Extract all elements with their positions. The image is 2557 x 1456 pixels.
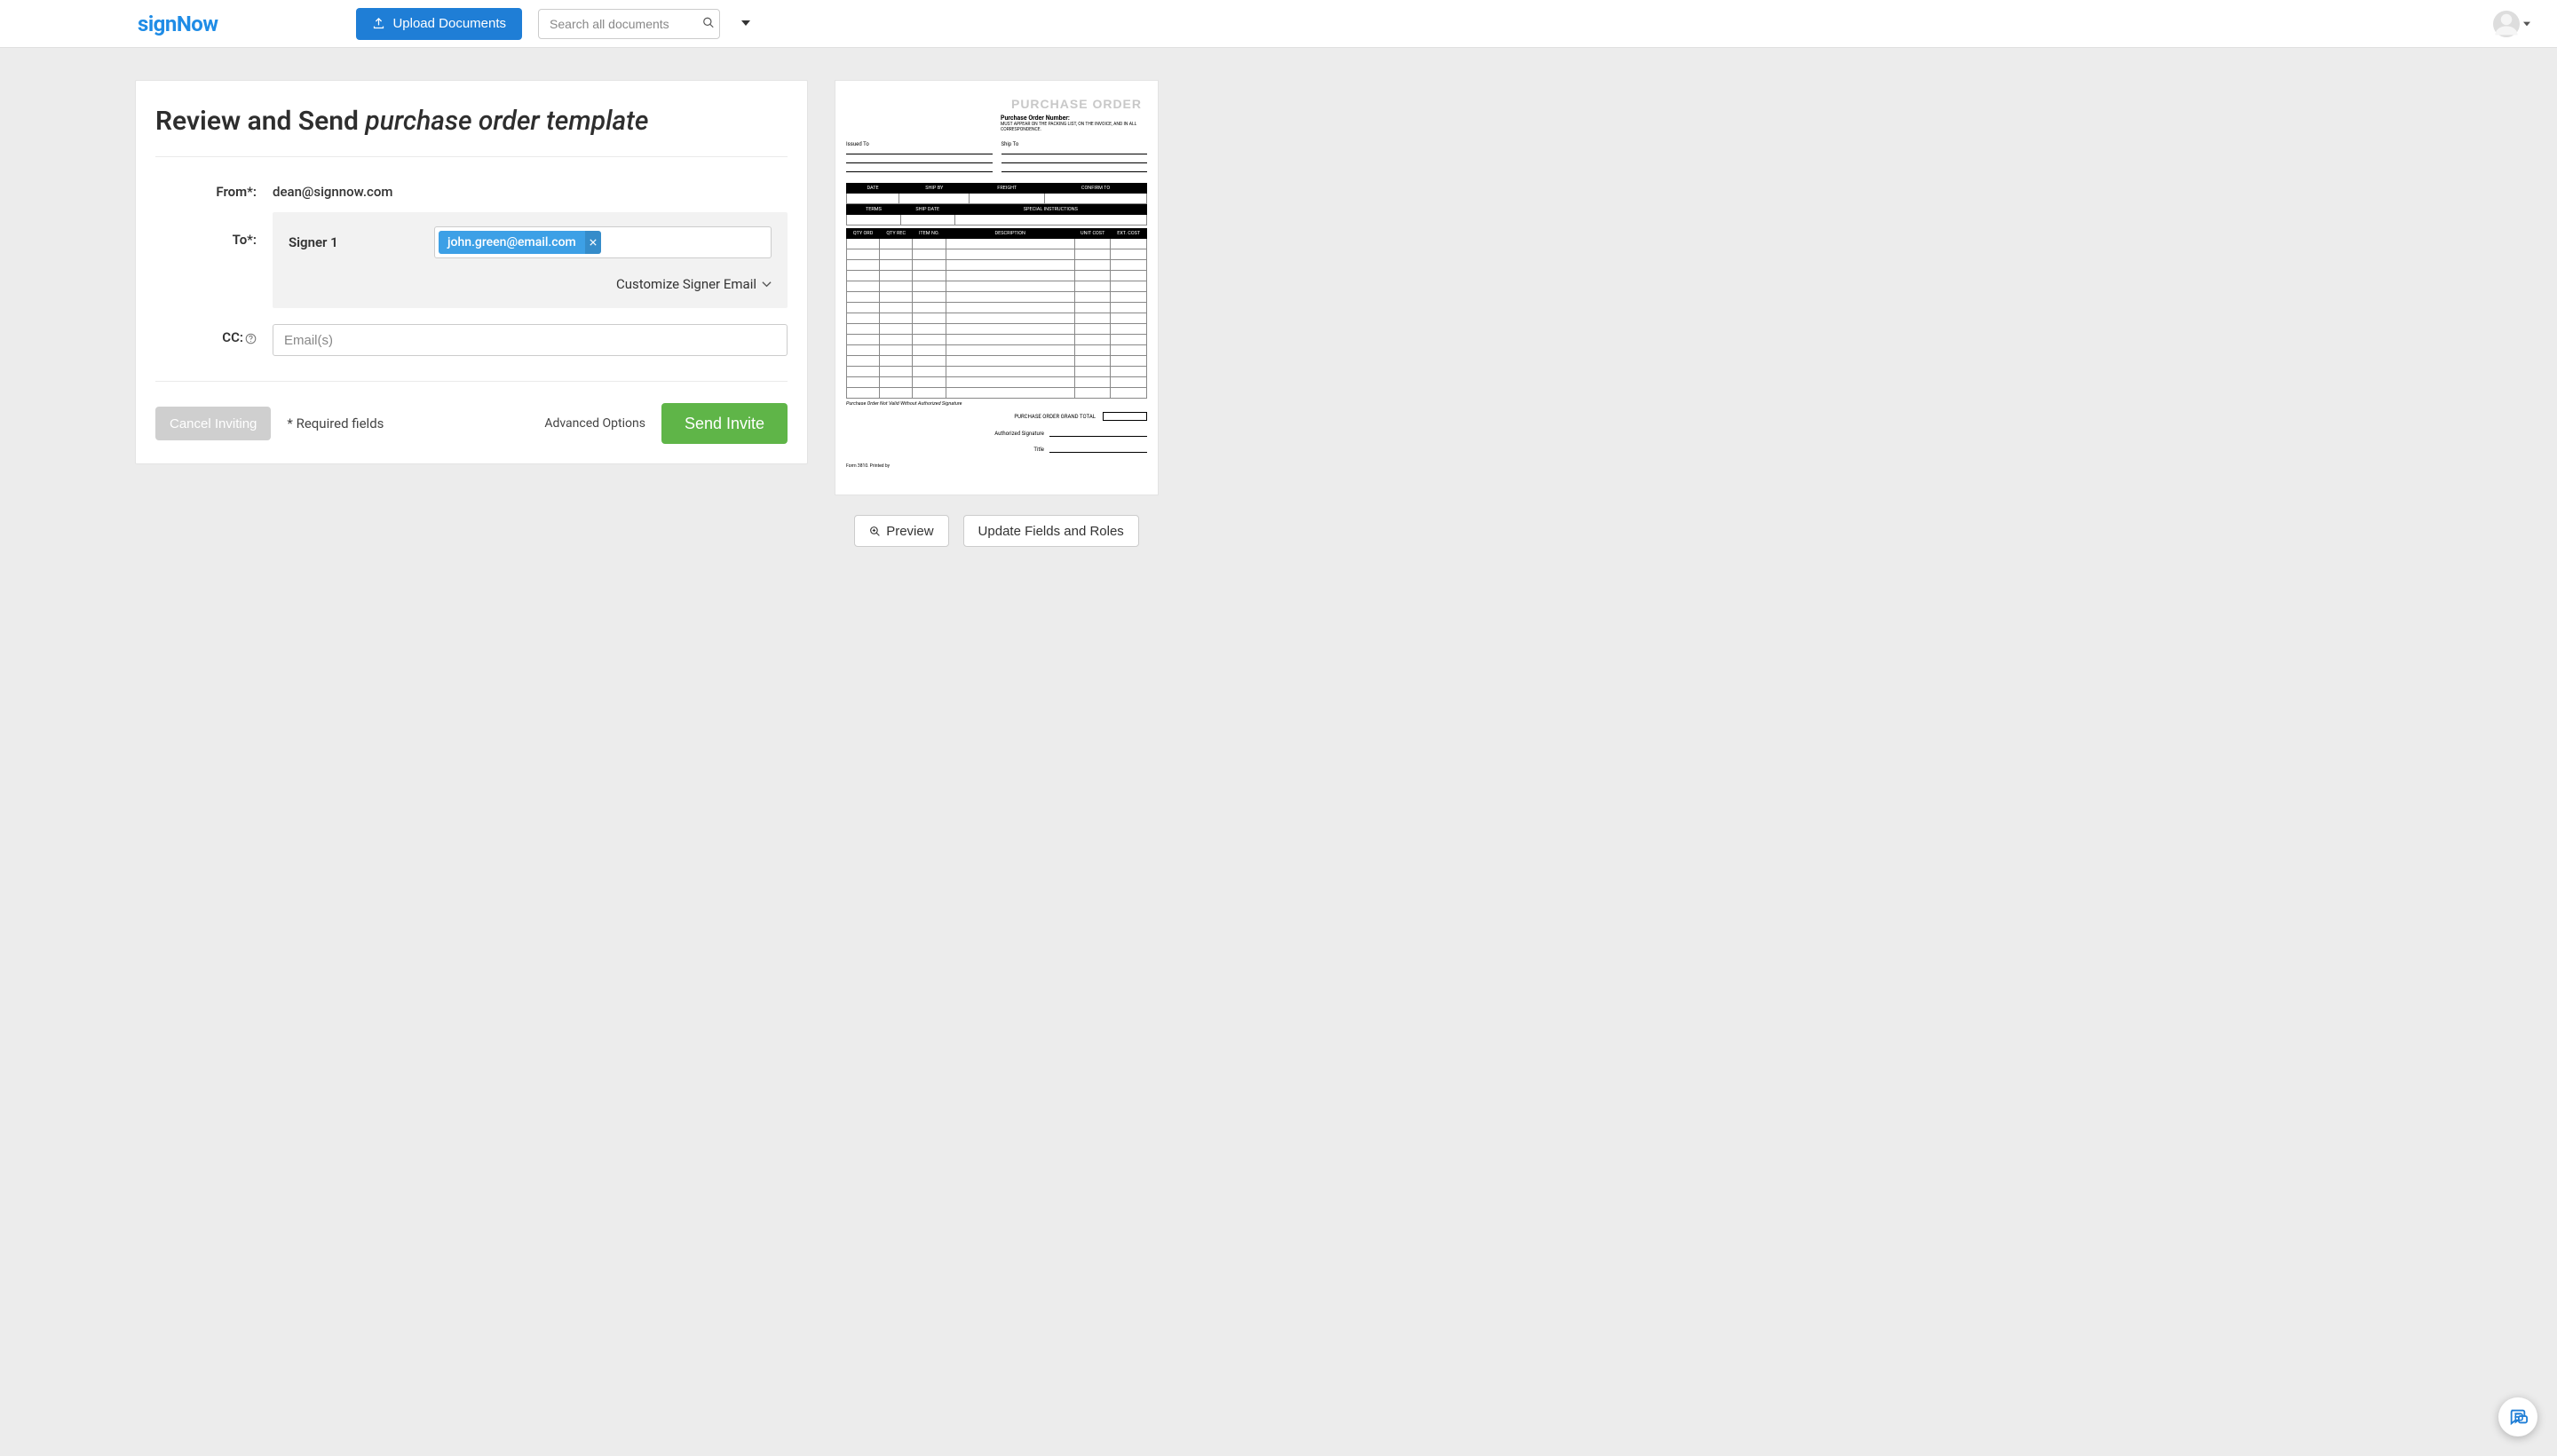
email-chip-text: john.green@email.com [439, 235, 585, 249]
close-icon [590, 239, 597, 246]
preview-button[interactable]: Preview [854, 515, 948, 547]
caret-down-icon [2523, 20, 2530, 28]
required-note: * Required fields [287, 415, 384, 431]
upload-label: Upload Documents [392, 16, 506, 31]
page-title: Review and Send purchase order template [155, 106, 788, 137]
person-icon [2493, 11, 2520, 37]
upload-documents-button[interactable]: Upload Documents [356, 8, 522, 40]
search-button[interactable] [702, 16, 715, 31]
email-chip: john.green@email.com [439, 231, 601, 254]
address-row: Issued To Ship To [846, 141, 1147, 174]
chat-icon [2508, 1407, 2528, 1427]
document-thumbnail: PURCHASE ORDER Purchase Order Number: MU… [835, 80, 1159, 495]
user-menu[interactable] [2493, 11, 2530, 37]
title-prefix: Review and Send [155, 106, 365, 137]
invite-card: Review and Send purchase order template … [135, 80, 808, 464]
search-icon [702, 16, 715, 28]
title-sig-row: Title [846, 446, 1147, 453]
remove-email-button[interactable] [585, 231, 601, 254]
document-name: purchase order template [365, 106, 648, 137]
auth-sig-label: Authorized Signature [994, 431, 1044, 437]
to-row: To*: Signer 1 john.green@email.com [155, 212, 788, 308]
divider [155, 156, 788, 157]
cancel-inviting-button[interactable]: Cancel Inviting [155, 407, 271, 440]
grand-total-label: PURCHASE ORDER GRAND TOTAL [1014, 414, 1096, 420]
top-bar: signNow Upload Documents [0, 0, 2557, 48]
to-block: Signer 1 john.green@email.com Customize … [273, 212, 788, 308]
advanced-options-link[interactable]: Advanced Options [544, 416, 645, 431]
from-row: From*: dean@signnow.com [155, 178, 788, 200]
help-icon[interactable] [245, 333, 257, 344]
issued-to-label: Issued To [846, 141, 869, 147]
signer-label: Signer 1 [289, 234, 422, 250]
header-table-1: DATESHIP BYFREIGHTCONFIRM TO [846, 183, 1147, 204]
preview-button-label: Preview [886, 524, 933, 539]
page-content: Review and Send purchase order template … [0, 48, 2557, 600]
zoom-in-icon [869, 526, 881, 537]
doc-title: PURCHASE ORDER [846, 97, 1147, 111]
po-note: MUST APPEAR ON THE PACKING LIST, ON THE … [1001, 122, 1147, 132]
search-options-dropdown[interactable] [736, 12, 756, 36]
cc-row: CC: [155, 324, 788, 356]
ship-to-label: Ship To [1001, 141, 1019, 147]
customize-label: Customize Signer Email [616, 276, 756, 292]
customize-signer-email-link[interactable]: Customize Signer Email [616, 276, 772, 292]
title-sig-label: Title [1033, 447, 1044, 453]
brand-logo: signNow [138, 12, 218, 36]
search-input[interactable] [538, 9, 720, 39]
avatar [2493, 11, 2520, 37]
to-label: To*: [155, 212, 273, 248]
header-table-2: TERMSSHIP DATESPECIAL INSTRUCTIONS [846, 204, 1147, 226]
not-valid-note: Purchase Order Not Valid Without Authori… [846, 401, 1147, 407]
chat-fab[interactable] [2498, 1397, 2537, 1436]
cc-input[interactable] [273, 324, 788, 356]
cc-label-text: CC: [222, 329, 243, 345]
search-wrap [538, 9, 720, 39]
po-number-label: Purchase Order Number: [1001, 115, 1147, 122]
signer-email-field[interactable]: john.green@email.com [434, 226, 772, 258]
card-footer: Cancel Inviting * Required fields Advanc… [155, 381, 788, 444]
form-note: Form 3810. Printed by [846, 463, 1147, 469]
update-fields-button[interactable]: Update Fields and Roles [963, 515, 1139, 547]
cc-label: CC: [155, 324, 273, 345]
preview-column: PURCHASE ORDER Purchase Order Number: MU… [835, 80, 1159, 547]
from-value: dean@signnow.com [273, 178, 788, 200]
upload-icon [372, 17, 385, 30]
items-table: QTY ORD QTY REC ITEM NO. DESCRIPTION UNI… [846, 228, 1147, 399]
chevron-down-icon [762, 280, 772, 289]
preview-actions: Preview Update Fields and Roles [854, 515, 1139, 547]
from-label: From*: [155, 178, 273, 200]
auth-sig-row: Authorized Signature [846, 430, 1147, 437]
caret-down-icon [741, 19, 750, 28]
grand-total-row: PURCHASE ORDER GRAND TOTAL [846, 412, 1147, 421]
send-invite-button[interactable]: Send Invite [661, 403, 788, 444]
